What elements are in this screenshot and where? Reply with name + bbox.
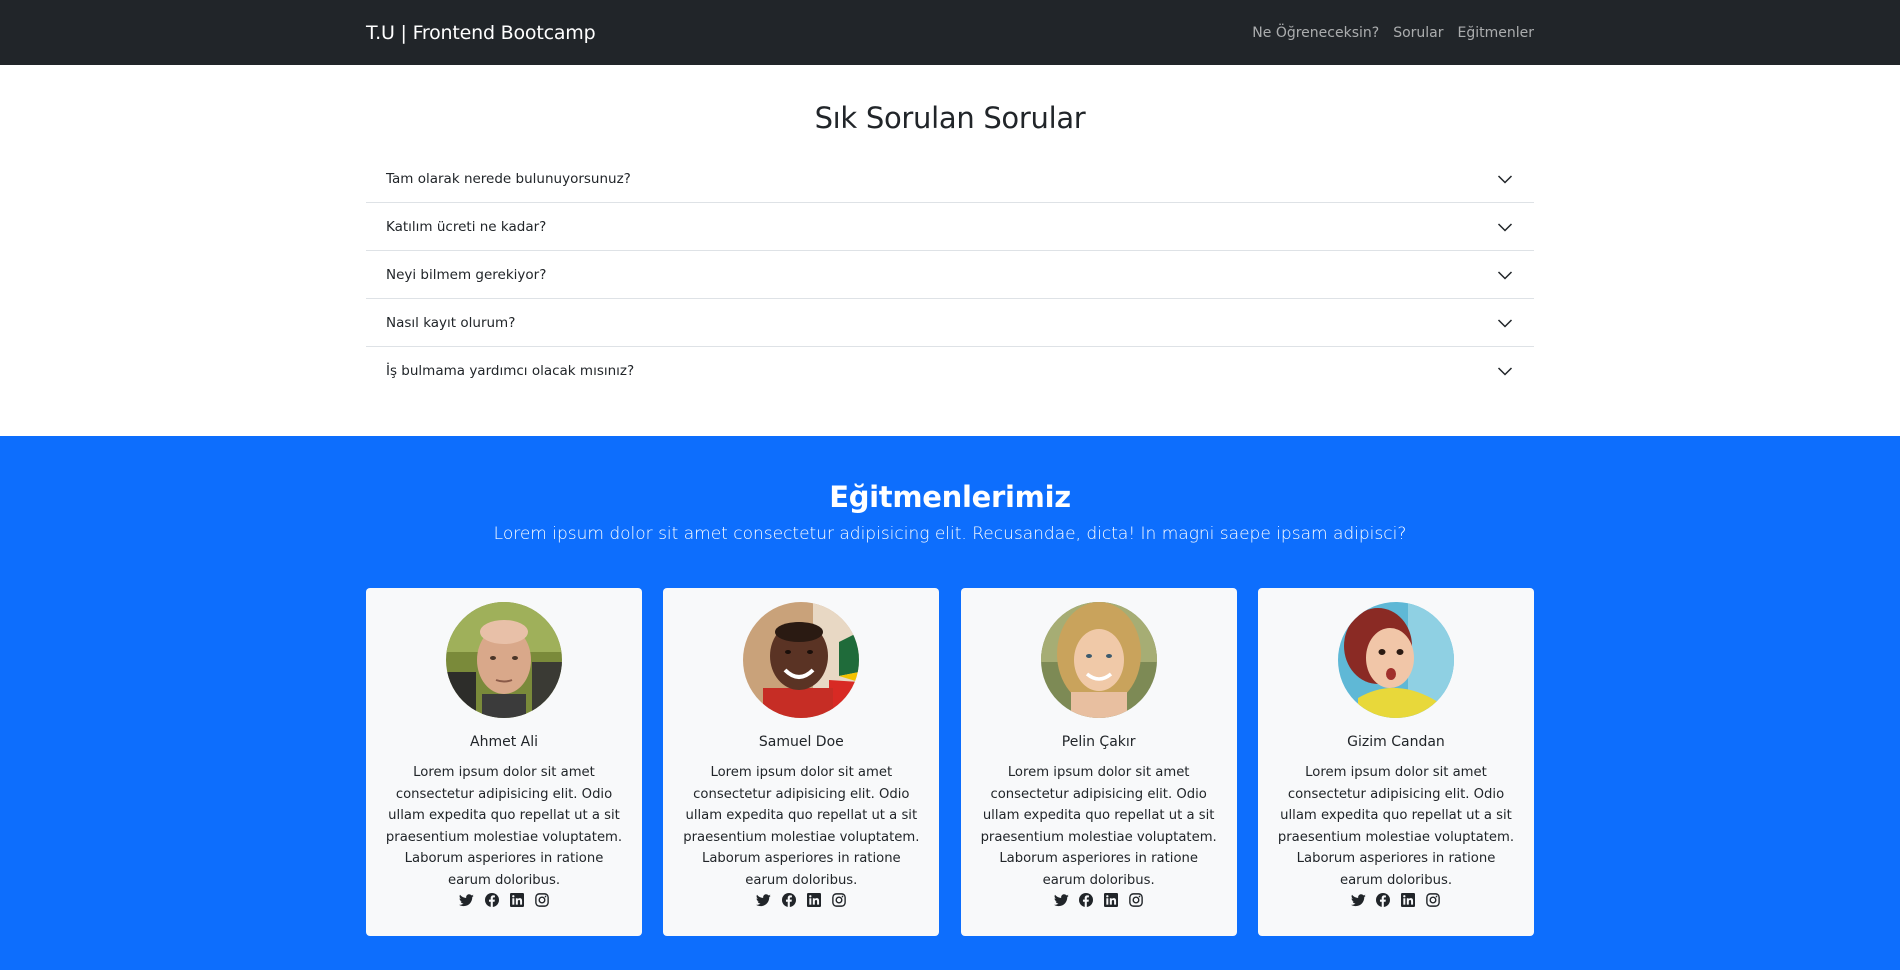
accordion-item[interactable]: Tam olarak nerede bulunuyorsunuz? [366,155,1534,203]
instagram-icon[interactable] [1128,892,1144,908]
accordion-item[interactable]: Nasıl kayıt olurum? [366,299,1534,347]
accordion-question: İş bulmama yardımcı olacak mısınız? [386,363,635,379]
chevron-down-icon [1496,170,1514,188]
instructor-bio: Lorem ipsum dolor sit amet consectetur a… [1277,765,1515,888]
linkedin-icon[interactable] [1103,892,1119,908]
facebook-icon[interactable] [781,892,797,908]
social-links [384,892,624,908]
instructor-card: Pelin Çakır Lorem ipsum dolor sit amet c… [960,588,1237,936]
brand-link[interactable]: T.U | Frontend Bootcamp [366,22,596,44]
accordion-item[interactable]: Katılım ücreti ne kadar? [366,203,1534,251]
facebook-icon[interactable] [484,892,500,908]
facebook-icon[interactable] [1375,892,1391,908]
faq-section: Sık Sorulan Sorular Tam olarak nerede bu… [0,65,1900,436]
avatar [446,602,562,718]
instagram-icon[interactable] [534,892,550,908]
instructor-name: Pelin Çakır [1061,734,1136,750]
nav-link-instructors[interactable]: Eğitmenler [1458,25,1535,41]
accordion-item[interactable]: İş bulmama yardımcı olacak mısınız? [366,347,1534,395]
social-links [979,892,1219,908]
linkedin-icon[interactable] [509,892,525,908]
navbar: T.U | Frontend Bootcamp Ne Öğreneceksin?… [0,0,1900,65]
twitter-icon[interactable] [459,892,475,908]
instructor-cards: Ahmet Ali Lorem ipsum dolor sit amet con… [366,588,1534,936]
instructors-section: Eğitmenlerimiz Lorem ipsum dolor sit ame… [0,436,1900,970]
faq-title: Sık Sorulan Sorular [814,101,1086,135]
instructors-lead: Lorem ipsum dolor sit amet consectetur a… [493,524,1407,544]
twitter-icon[interactable] [756,892,772,908]
avatar [1040,602,1157,718]
instructor-bio: Lorem ipsum dolor sit amet consectetur a… [385,765,623,888]
accordion-question: Nasıl kayıt olurum? [386,314,516,331]
instagram-icon[interactable] [831,892,847,908]
nav-link-questions[interactable]: Sorular [1393,25,1443,41]
facebook-icon[interactable] [1078,892,1094,908]
chevron-down-icon [1496,362,1514,380]
accordion-question: Katılım ücreti ne kadar? [386,218,547,235]
twitter-icon[interactable] [1350,892,1366,908]
avatar [1337,602,1454,718]
nav-links: Ne Öğreneceksin? Sorular Eğitmenler [1252,25,1534,41]
linkedin-icon[interactable] [806,892,822,908]
accordion-question: Neyi bilmem gerekiyor? [386,266,547,283]
social-links [1276,892,1516,908]
social-links [681,892,921,908]
instructor-name: Gizim Candan [1347,734,1445,750]
chevron-down-icon [1496,314,1514,332]
instagram-icon[interactable] [1425,892,1441,908]
instructor-name: Samuel Doe [758,734,844,750]
chevron-down-icon [1496,266,1514,284]
accordion-item[interactable]: Neyi bilmem gerekiyor? [366,251,1534,299]
faq-accordion: Tam olarak nerede bulunuyorsunuz? Katılı… [366,155,1534,395]
nav-link-learn[interactable]: Ne Öğreneceksin? [1252,25,1379,41]
twitter-icon[interactable] [1053,892,1069,908]
instructor-bio: Lorem ipsum dolor sit amet consectetur a… [980,765,1217,888]
avatar [743,602,860,718]
instructor-bio: Lorem ipsum dolor sit amet consectetur a… [683,765,920,888]
instructor-name: Ahmet Ali [470,734,538,750]
instructor-card: Gizim Candan Lorem ipsum dolor sit amet … [1257,588,1534,936]
linkedin-icon[interactable] [1400,892,1416,908]
chevron-down-icon [1496,218,1514,236]
accordion-question: Tam olarak nerede bulunuyorsunuz? [386,170,631,187]
instructors-title: Eğitmenlerimiz [829,480,1071,514]
instructor-card: Ahmet Ali Lorem ipsum dolor sit amet con… [366,588,642,936]
instructor-card: Samuel Doe Lorem ipsum dolor sit amet co… [663,588,940,936]
